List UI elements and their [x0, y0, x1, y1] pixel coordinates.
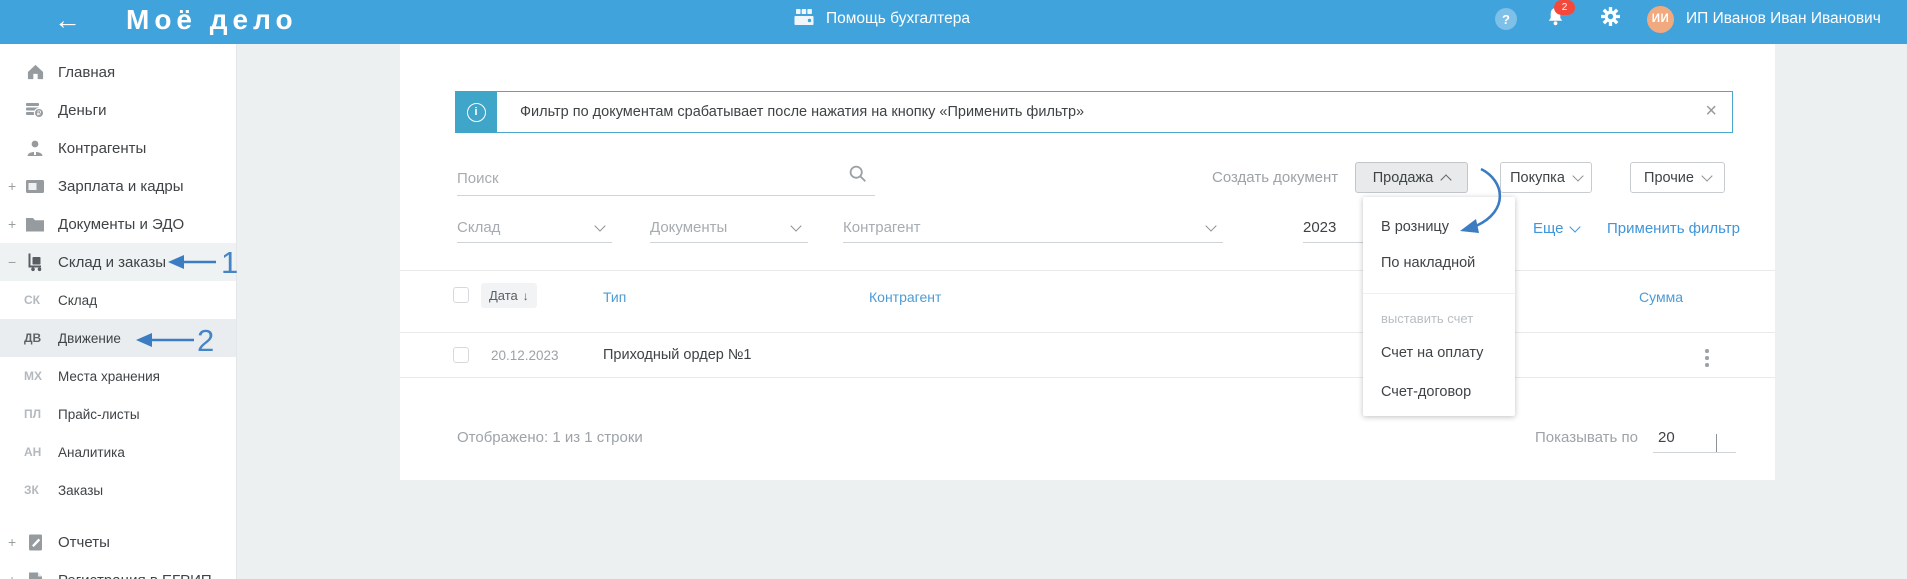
registration-icon — [24, 571, 46, 579]
sidebar-subitem-price-lists[interactable]: ПЛ Прайс-листы — [0, 395, 236, 433]
sidebar-subitem-orders[interactable]: ЗК Заказы — [0, 471, 236, 509]
user-menu[interactable]: ИИ — [1647, 0, 1674, 38]
close-icon[interactable]: × — [1705, 100, 1717, 123]
home-icon — [24, 63, 46, 81]
item-code: ПЛ — [24, 407, 42, 421]
per-page-select[interactable]: 20 — [1658, 429, 1675, 446]
chevron-down-icon — [1572, 169, 1584, 182]
column-header-type[interactable]: Тип — [603, 289, 626, 305]
sidebar-item-warehouse-orders[interactable]: − Склад и заказы — [0, 243, 236, 281]
contractors-icon — [24, 139, 46, 158]
menu-item-retail[interactable]: В розницу — [1381, 219, 1449, 235]
sidebar-item-money[interactable]: ₽ Деньги — [0, 91, 236, 129]
sidebar-subitem-warehouse[interactable]: СК Склад — [0, 281, 236, 319]
avatar: ИИ — [1647, 5, 1674, 33]
sidebar-item-home[interactable]: Главная — [0, 53, 236, 91]
notifications-badge: 2 — [1554, 0, 1575, 15]
warehouse-icon — [24, 252, 46, 272]
info-banner: i Фильтр по документам срабатывает после… — [455, 91, 1733, 133]
search-icon[interactable] — [848, 164, 868, 189]
column-header-sum[interactable]: Сумма — [1639, 289, 1683, 305]
chevron-down-icon — [1205, 219, 1217, 232]
item-code: СК — [24, 293, 40, 307]
sidebar-subitem-storage-places[interactable]: МХ Места хранения — [0, 357, 236, 395]
sort-desc-icon: ↓ — [522, 288, 529, 303]
info-banner-text: Фильтр по документам срабатывает после н… — [520, 104, 1085, 120]
menu-section-label: выставить счет — [1381, 311, 1474, 326]
column-header-contractor[interactable]: Контрагент — [869, 289, 941, 305]
info-icon: i — [455, 91, 497, 133]
settings-button[interactable] — [1599, 0, 1622, 38]
money-icon: ₽ — [24, 101, 46, 119]
salary-icon — [24, 178, 46, 195]
warehouse-filter-select[interactable]: Склад — [457, 213, 612, 243]
sidebar: Главная ₽ Деньги Контрагенты + Зарплата … — [0, 44, 237, 579]
question-icon: ? — [1495, 8, 1517, 30]
per-page-underline — [1653, 452, 1736, 453]
select-all-checkbox[interactable] — [453, 287, 469, 303]
sidebar-item-contractors[interactable]: Контрагенты — [0, 129, 236, 167]
sort-by-date-button[interactable]: Дата ↓ — [481, 283, 537, 308]
notifications-button[interactable]: 2 — [1545, 0, 1575, 38]
item-code: МХ — [24, 369, 42, 383]
cell-document-type[interactable]: Приходный ордер №1 — [603, 347, 751, 363]
help-button[interactable]: ? — [1495, 0, 1517, 38]
sidebar-subitem-movement[interactable]: ДВ Движение — [0, 319, 236, 357]
create-document-label: Создать документ — [1212, 169, 1339, 186]
per-page-label: Показывать по — [1535, 429, 1638, 446]
chevron-down-icon — [790, 219, 802, 232]
item-code: АН — [24, 445, 42, 459]
purchase-button[interactable]: Покупка — [1500, 162, 1592, 193]
sidebar-subitem-analytics[interactable]: АН Аналитика — [0, 433, 236, 471]
sale-button[interactable]: Продажа — [1355, 162, 1468, 193]
expand-icon[interactable]: + — [8, 534, 24, 550]
sidebar-item-salary[interactable]: + Зарплата и кадры — [0, 167, 236, 205]
item-code: ДВ — [24, 331, 42, 345]
user-name[interactable]: ИП Иванов Иван Иванович — [1686, 10, 1881, 28]
cell-date: 20.12.2023 — [491, 348, 559, 363]
more-filters-link[interactable]: Еще — [1533, 220, 1581, 237]
collapse-icon[interactable]: − — [8, 254, 24, 270]
expand-icon[interactable]: + — [8, 572, 24, 579]
chevron-up-icon — [1440, 173, 1452, 186]
chevron-down-icon — [594, 219, 606, 232]
cash-register-icon — [793, 7, 815, 32]
menu-divider — [1363, 293, 1515, 294]
item-code: ЗК — [24, 483, 39, 497]
chevron-down-icon — [1568, 220, 1581, 233]
contractor-filter-select[interactable]: Контрагент — [843, 213, 1223, 243]
accountant-help-label: Помощь бухгалтера — [826, 10, 970, 27]
svg-text:₽: ₽ — [37, 110, 42, 118]
apply-filter-link[interactable]: Применить фильтр — [1607, 220, 1740, 237]
expand-icon[interactable]: + — [8, 216, 24, 232]
app-logo[interactable]: Моё дело — [126, 4, 298, 36]
menu-item-invoice[interactable]: Счет на оплату — [1381, 345, 1483, 361]
reports-icon — [24, 533, 46, 552]
accountant-help-button[interactable]: Помощь бухгалтера — [793, 0, 970, 38]
search-input[interactable] — [457, 161, 875, 196]
chevron-down-icon[interactable] — [1716, 434, 1717, 452]
row-checkbox[interactable] — [453, 347, 469, 363]
table-header-divider — [400, 332, 1775, 333]
sale-dropdown-menu: В розницу По накладной выставить счет Сч… — [1363, 197, 1515, 416]
menu-item-waybill[interactable]: По накладной — [1381, 255, 1475, 271]
documents-filter-select[interactable]: Документы — [650, 213, 808, 243]
bell-icon — [1545, 7, 1566, 32]
documents-icon — [24, 216, 46, 233]
back-arrow-icon[interactable]: ← — [54, 5, 81, 36]
other-button[interactable]: Прочие — [1630, 162, 1725, 193]
top-bar: ← Моё дело Помощь бухгалтера ? 2 ИИ ИП И… — [0, 0, 1907, 44]
rows-shown-text: Отображено: 1 из 1 строки — [457, 429, 643, 446]
sidebar-item-egrip-registration[interactable]: + Регистрация в ЕГРИП — [0, 561, 236, 579]
chevron-down-icon — [1701, 169, 1713, 182]
row-menu-icon[interactable] — [1703, 347, 1711, 369]
table-row-divider — [400, 377, 1775, 378]
gear-icon — [1599, 5, 1622, 33]
table-top-divider — [400, 270, 1775, 271]
sidebar-item-documents[interactable]: + Документы и ЭДО — [0, 205, 236, 243]
expand-icon[interactable]: + — [8, 178, 24, 194]
sidebar-item-reports[interactable]: + Отчеты — [0, 523, 236, 561]
menu-item-invoice-contract[interactable]: Счет-договор — [1381, 384, 1471, 400]
